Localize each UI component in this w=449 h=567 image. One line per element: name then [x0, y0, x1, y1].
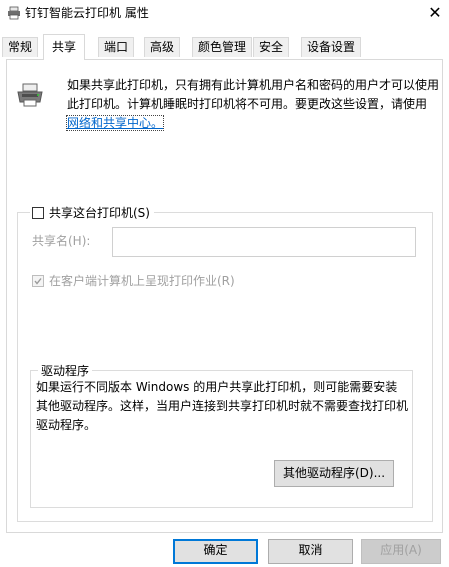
printer-icon [17, 83, 43, 107]
share-printer-checkbox-row[interactable]: 共享这台打印机(S) [30, 204, 154, 222]
sharing-info-text: 如果共享此打印机，只有拥有此计算机用户名和密码的用户才可以使用此打印机。计算机睡… [65, 76, 440, 133]
apply-button[interactable]: 应用(A) [361, 539, 441, 564]
share-name-label: 共享名(H): [32, 234, 91, 248]
tab-device-settings[interactable]: 设备设置 [301, 37, 362, 57]
render-jobs-label: 在客户端计算机上呈现打印作业(R) [49, 274, 235, 288]
tab-ports[interactable]: 端口 [98, 37, 135, 57]
drivers-description: 如果运行不同版本 Windows 的用户共享此打印机，则可能需要安装其他驱动程序… [36, 380, 409, 432]
tab-color-management[interactable]: 颜色管理 [192, 37, 253, 57]
tab-general[interactable]: 常规 [2, 37, 39, 57]
printer-icon [8, 6, 20, 20]
network-sharing-center-link[interactable]: 网络和共享中心。 [65, 115, 165, 131]
title-bar: 钉钉智能云打印机 属性 ✕ [0, 0, 449, 28]
cancel-button[interactable]: 取消 [268, 539, 353, 564]
share-printer-label: 共享这台打印机(S) [49, 206, 150, 220]
tab-security[interactable]: 安全 [253, 37, 290, 57]
share-printer-checkbox[interactable] [32, 207, 44, 219]
render-jobs-checkbox[interactable] [32, 275, 44, 287]
window-title: 钉钉智能云打印机 属性 [25, 6, 149, 20]
render-jobs-checkbox-row[interactable]: 在客户端计算机上呈现打印作业(R) [32, 272, 235, 290]
share-name-input[interactable] [112, 227, 416, 257]
sharing-info-message: 如果共享此打印机，只有拥有此计算机用户名和密码的用户才可以使用此打印机。计算机睡… [67, 78, 440, 111]
close-icon: ✕ [428, 3, 442, 22]
tab-sharing[interactable]: 共享 [43, 34, 86, 60]
checkmark-icon [34, 278, 42, 285]
ok-button[interactable]: 确定 [173, 539, 258, 564]
tab-advanced[interactable]: 高级 [144, 37, 181, 57]
additional-drivers-button[interactable]: 其他驱动程序(D)... [274, 460, 394, 487]
close-button[interactable]: ✕ [423, 2, 447, 24]
